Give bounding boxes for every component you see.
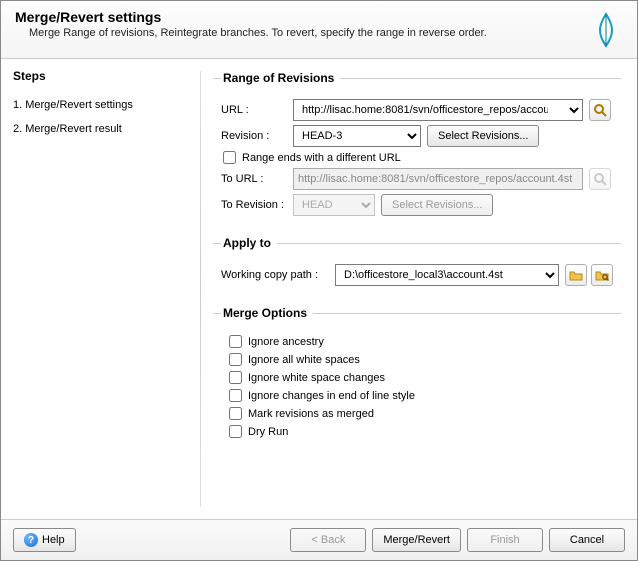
footer: ? Help < Back Merge/Revert Finish Cancel — [1, 519, 637, 560]
to-url-label: To URL : — [221, 173, 293, 185]
apply-fieldset: Apply to Working copy path : D:\officest… — [213, 236, 621, 294]
help-icon: ? — [24, 533, 38, 547]
to-revision-combo: HEAD — [293, 194, 375, 216]
sidebar-step-2[interactable]: 2. Merge/Revert result — [13, 123, 189, 135]
help-button[interactable]: ? Help — [13, 528, 76, 552]
options-fieldset: Merge Options Ignore ancestry Ignore all… — [213, 306, 621, 447]
to-select-revisions-button: Select Revisions... — [381, 194, 493, 216]
sidebar-step-1[interactable]: 1. Merge/Revert settings — [13, 99, 189, 111]
opt-label: Dry Run — [248, 426, 288, 438]
diff-url-label: Range ends with a different URL — [242, 152, 401, 164]
browse-folder-button[interactable] — [591, 264, 613, 286]
range-legend: Range of Revisions — [221, 71, 340, 85]
opt-ignore-ancestry-checkbox[interactable] — [229, 335, 242, 348]
select-revisions-button[interactable]: Select Revisions... — [427, 125, 539, 147]
content: Range of Revisions URL : http://lisac.ho… — [201, 59, 637, 519]
diff-url-checkbox[interactable] — [223, 151, 236, 164]
revision-label: Revision : — [221, 130, 293, 142]
search-icon — [593, 172, 607, 186]
browse-url-button[interactable] — [589, 99, 611, 121]
help-label: Help — [42, 534, 65, 546]
opt-dry-run-checkbox[interactable] — [229, 425, 242, 438]
to-url-combo — [293, 168, 583, 190]
opt-ignore-eol-checkbox[interactable] — [229, 389, 242, 402]
apply-legend: Apply to — [221, 236, 277, 250]
url-combo[interactable]: http://lisac.home:8081/svn/officestore_r… — [293, 99, 583, 121]
opt-ignore-ws-changes-checkbox[interactable] — [229, 371, 242, 384]
sidebar-title: Steps — [13, 69, 189, 83]
opt-mark-merged-checkbox[interactable] — [229, 407, 242, 420]
finish-button: Finish — [467, 528, 543, 552]
search-icon — [593, 103, 607, 117]
opt-label: Mark revisions as merged — [248, 408, 374, 420]
back-button: < Back — [290, 528, 366, 552]
header: Merge/Revert settings Merge Range of rev… — [1, 1, 637, 59]
opt-ignore-all-ws-checkbox[interactable] — [229, 353, 242, 366]
browse-to-url-button — [589, 168, 611, 190]
page-subtitle: Merge Range of revisions, Reintegrate br… — [29, 27, 623, 39]
page-title: Merge/Revert settings — [15, 9, 623, 25]
opt-label: Ignore white space changes — [248, 372, 385, 384]
folder-open-icon — [569, 268, 583, 282]
to-revision-label: To Revision : — [221, 199, 293, 211]
cancel-button[interactable]: Cancel — [549, 528, 625, 552]
app-logo — [589, 11, 623, 52]
range-fieldset: Range of Revisions URL : http://lisac.ho… — [213, 71, 621, 224]
options-legend: Merge Options — [221, 306, 313, 320]
wc-path-combo[interactable]: D:\officestore_local3\account.4st — [335, 264, 559, 286]
opt-label: Ignore changes in end of line style — [248, 390, 415, 402]
opt-label: Ignore ancestry — [248, 336, 324, 348]
merge-revert-button[interactable]: Merge/Revert — [372, 528, 461, 552]
main: Steps 1. Merge/Revert settings 2. Merge/… — [1, 59, 637, 519]
opt-label: Ignore all white spaces — [248, 354, 360, 366]
revision-combo[interactable]: HEAD-3 — [293, 125, 421, 147]
folder-search-icon — [595, 268, 609, 282]
wc-label: Working copy path : — [221, 269, 335, 281]
sidebar: Steps 1. Merge/Revert settings 2. Merge/… — [1, 59, 201, 519]
open-folder-button[interactable] — [565, 264, 587, 286]
url-label: URL : — [221, 104, 293, 116]
